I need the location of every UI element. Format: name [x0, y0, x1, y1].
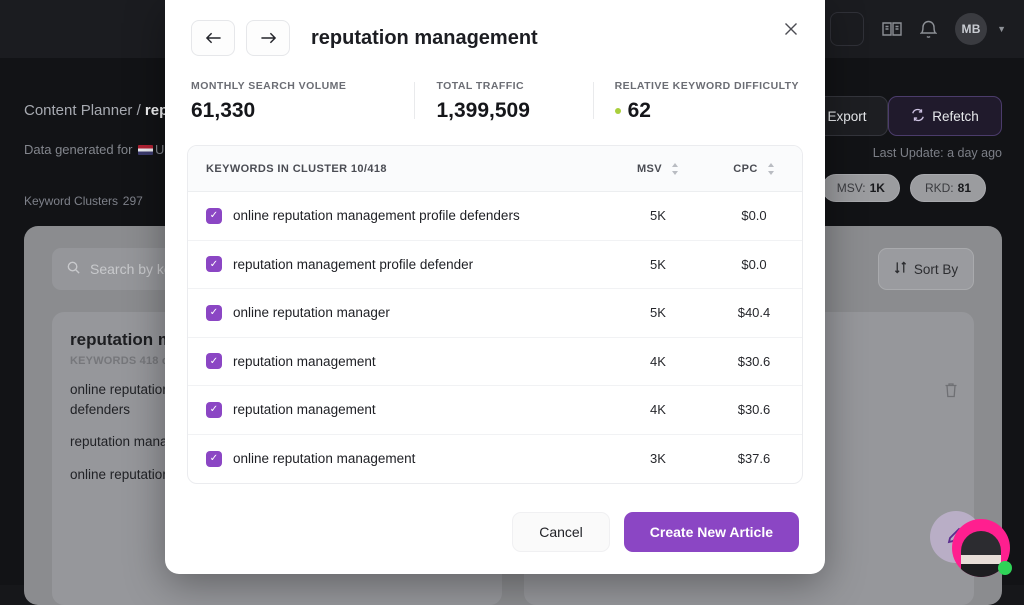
keyword-text: online reputation management	[233, 451, 415, 466]
navbar-pill	[830, 12, 864, 46]
keyword-cluster-modal: reputation management MONTHLY SEARCH VOL…	[165, 0, 825, 574]
chevron-down-icon[interactable]: ▼	[997, 24, 1006, 34]
row-msv: 3K	[610, 451, 706, 466]
forward-button[interactable]	[246, 20, 290, 56]
close-icon[interactable]	[779, 17, 803, 41]
column-keywords: KEYWORDS IN CLUSTER 10/418	[188, 163, 610, 175]
row-checkbox[interactable]: ✓	[206, 402, 222, 418]
row-checkbox[interactable]: ✓	[206, 208, 222, 224]
keyword-text: reputation management profile defender	[233, 257, 473, 272]
row-checkbox[interactable]: ✓	[206, 305, 222, 321]
cancel-button[interactable]: Cancel	[512, 512, 610, 552]
row-checkbox[interactable]: ✓	[206, 353, 222, 369]
column-msv[interactable]: MSV	[610, 163, 706, 175]
create-new-article-button[interactable]: Create New Article	[624, 512, 799, 552]
stat-value: 62	[628, 99, 651, 123]
table-row[interactable]: ✓ reputation management 4K $30.6	[188, 338, 802, 387]
metric-badges: MSV:1K RKD:81	[822, 174, 986, 202]
user-avatar[interactable]: MB	[955, 13, 987, 45]
stat-value: 61,330	[191, 99, 414, 123]
keyword-clusters-heading: Keyword Clusters 297	[24, 190, 143, 210]
row-msv: 4K	[610, 354, 706, 369]
table-row[interactable]: ✓ online reputation manager 5K $40.4	[188, 289, 802, 338]
support-agent-photo	[961, 531, 1001, 577]
docs-book-icon[interactable]	[882, 21, 902, 37]
row-msv: 5K	[610, 305, 706, 320]
delete-icon[interactable]	[944, 382, 958, 403]
table-row[interactable]: ✓reputation management profile defender …	[188, 241, 802, 290]
us-flag-icon	[138, 145, 153, 155]
keyword-text: reputation management	[233, 354, 376, 369]
row-cpc: $40.4	[706, 305, 802, 320]
modal-footer: Cancel Create New Article	[165, 494, 825, 574]
difficulty-dot-icon	[615, 108, 621, 114]
row-checkbox[interactable]: ✓	[206, 256, 222, 272]
row-cpc: $30.6	[706, 354, 802, 369]
row-cpc: $37.6	[706, 451, 802, 466]
table-row[interactable]: ✓ online reputation management profile de…	[188, 192, 802, 241]
stat-total-traffic: TOTAL TRAFFIC 1,399,509	[414, 80, 592, 123]
notification-bell-icon[interactable]	[920, 20, 937, 39]
modal-nav-row: reputation management	[191, 20, 799, 56]
row-msv: 4K	[610, 402, 706, 417]
row-msv: 5K	[610, 208, 706, 223]
stat-relative-keyword-difficulty: RELATIVE KEYWORD DIFFICULTY 62	[593, 80, 799, 123]
sort-toggle-icon[interactable]	[767, 163, 775, 175]
refetch-button[interactable]: Refetch	[888, 96, 1002, 136]
sort-toggle-icon[interactable]	[671, 163, 679, 175]
badge-rkd: RKD:81	[910, 174, 986, 202]
stat-value-row: 62	[615, 99, 799, 123]
online-status-dot	[998, 561, 1012, 575]
clusters-count: 297	[123, 194, 143, 208]
breadcrumb: Content Planner / rep	[24, 102, 168, 119]
stat-monthly-search-volume: MONTHLY SEARCH VOLUME 61,330	[191, 80, 414, 123]
table-row[interactable]: ✓ online reputation management 3K $37.6	[188, 435, 802, 484]
row-checkbox[interactable]: ✓	[206, 451, 222, 467]
table-header: KEYWORDS IN CLUSTER 10/418 MSV CPC	[188, 146, 802, 192]
row-cpc: $0.0	[706, 257, 802, 272]
back-button[interactable]	[191, 20, 235, 56]
modal-title: reputation management	[311, 27, 538, 50]
search-icon	[66, 260, 81, 278]
refresh-icon	[911, 108, 925, 125]
modal-stats: MONTHLY SEARCH VOLUME 61,330 TOTAL TRAFF…	[165, 56, 825, 123]
keywords-table: KEYWORDS IN CLUSTER 10/418 MSV CPC ✓ onli…	[187, 145, 803, 484]
modal-header: reputation management	[165, 0, 825, 56]
keyword-text: online reputation manager	[233, 305, 390, 320]
stat-value: 1,399,509	[436, 99, 592, 123]
badge-msv: MSV:1K	[822, 174, 900, 202]
last-update-label: Last Update: a day ago	[873, 146, 1002, 160]
row-cpc: $30.6	[706, 402, 802, 417]
column-cpc[interactable]: CPC	[706, 163, 802, 175]
keyword-text: online reputation management profile def…	[233, 208, 520, 223]
keyword-text: reputation management	[233, 402, 376, 417]
data-generated-label: Data generated for U	[24, 142, 164, 157]
sort-icon	[894, 261, 907, 277]
row-cpc: $0.0	[706, 208, 802, 223]
breadcrumb-parent[interactable]: Content Planner /	[24, 102, 145, 119]
table-row[interactable]: ✓ reputation management 4K $30.6	[188, 386, 802, 435]
row-msv: 5K	[610, 257, 706, 272]
sort-by-button[interactable]: Sort By	[878, 248, 974, 290]
